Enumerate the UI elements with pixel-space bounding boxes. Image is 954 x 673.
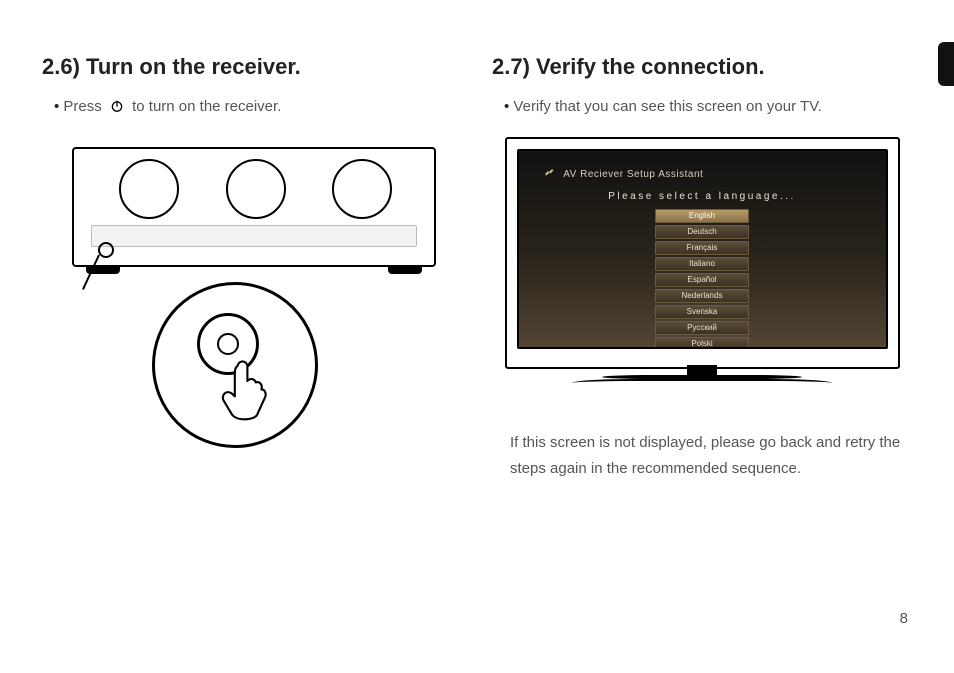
knob-icon <box>226 159 286 219</box>
receiver-body <box>72 147 436 267</box>
knob-icon <box>119 159 179 219</box>
language-option: Deutsch <box>655 225 749 239</box>
note-retry: If this screen is not displayed, please … <box>510 430 912 481</box>
language-option: English <box>655 209 749 223</box>
tv-illustration: AV Reciever Setup Assistant Please selec… <box>505 137 900 412</box>
zoom-circle <box>152 282 318 448</box>
hand-icon <box>211 353 281 428</box>
setup-assistant-title-row: AV Reciever Setup Assistant <box>543 167 704 180</box>
language-option: Français <box>655 241 749 255</box>
two-column-layout: 2.6) Turn on the receiver. Press to turn… <box>42 54 912 643</box>
language-list: English Deutsch Français Italiano Españo… <box>519 207 886 341</box>
language-option: Nederlands <box>655 289 749 303</box>
setup-assistant-prompt: Please select a language... <box>519 191 886 202</box>
page-number: 8 <box>900 610 908 627</box>
text-press: Press <box>63 98 101 115</box>
language-option: Svenska <box>655 305 749 319</box>
section-verify: 2.7) Verify the connection. Verify that … <box>492 54 912 643</box>
instruction-verify: Verify that you can see this screen on y… <box>504 98 912 115</box>
setup-assistant-title: AV Reciever Setup Assistant <box>563 169 703 180</box>
heading-turn-on: 2.6) Turn on the receiver. <box>42 54 462 80</box>
text-to-turn-on: to turn on the receiver. <box>132 98 281 115</box>
text-verify: Verify that you can see this screen on y… <box>513 98 822 115</box>
tv-stand-base <box>602 375 802 379</box>
language-option: Polski <box>655 337 749 349</box>
display-panel <box>91 225 417 247</box>
section-turn-on: 2.6) Turn on the receiver. Press to turn… <box>42 54 462 643</box>
side-tab <box>938 42 954 86</box>
heading-verify: 2.7) Verify the connection. <box>492 54 912 80</box>
language-option: Italiano <box>655 257 749 271</box>
language-option: Русский <box>655 321 749 335</box>
instruction-press-power: Press to turn on the receiver. <box>54 98 462 117</box>
foot-icon <box>388 267 422 274</box>
power-icon <box>110 99 124 117</box>
power-button-icon <box>98 242 114 258</box>
knob-icon <box>332 159 392 219</box>
receiver-illustration <box>62 147 442 447</box>
tv-bezel: AV Reciever Setup Assistant Please selec… <box>505 137 900 369</box>
tools-icon <box>543 167 555 179</box>
manual-page: 2.6) Turn on the receiver. Press to turn… <box>0 0 954 673</box>
language-option: Español <box>655 273 749 287</box>
tv-screen: AV Reciever Setup Assistant Please selec… <box>517 149 888 349</box>
